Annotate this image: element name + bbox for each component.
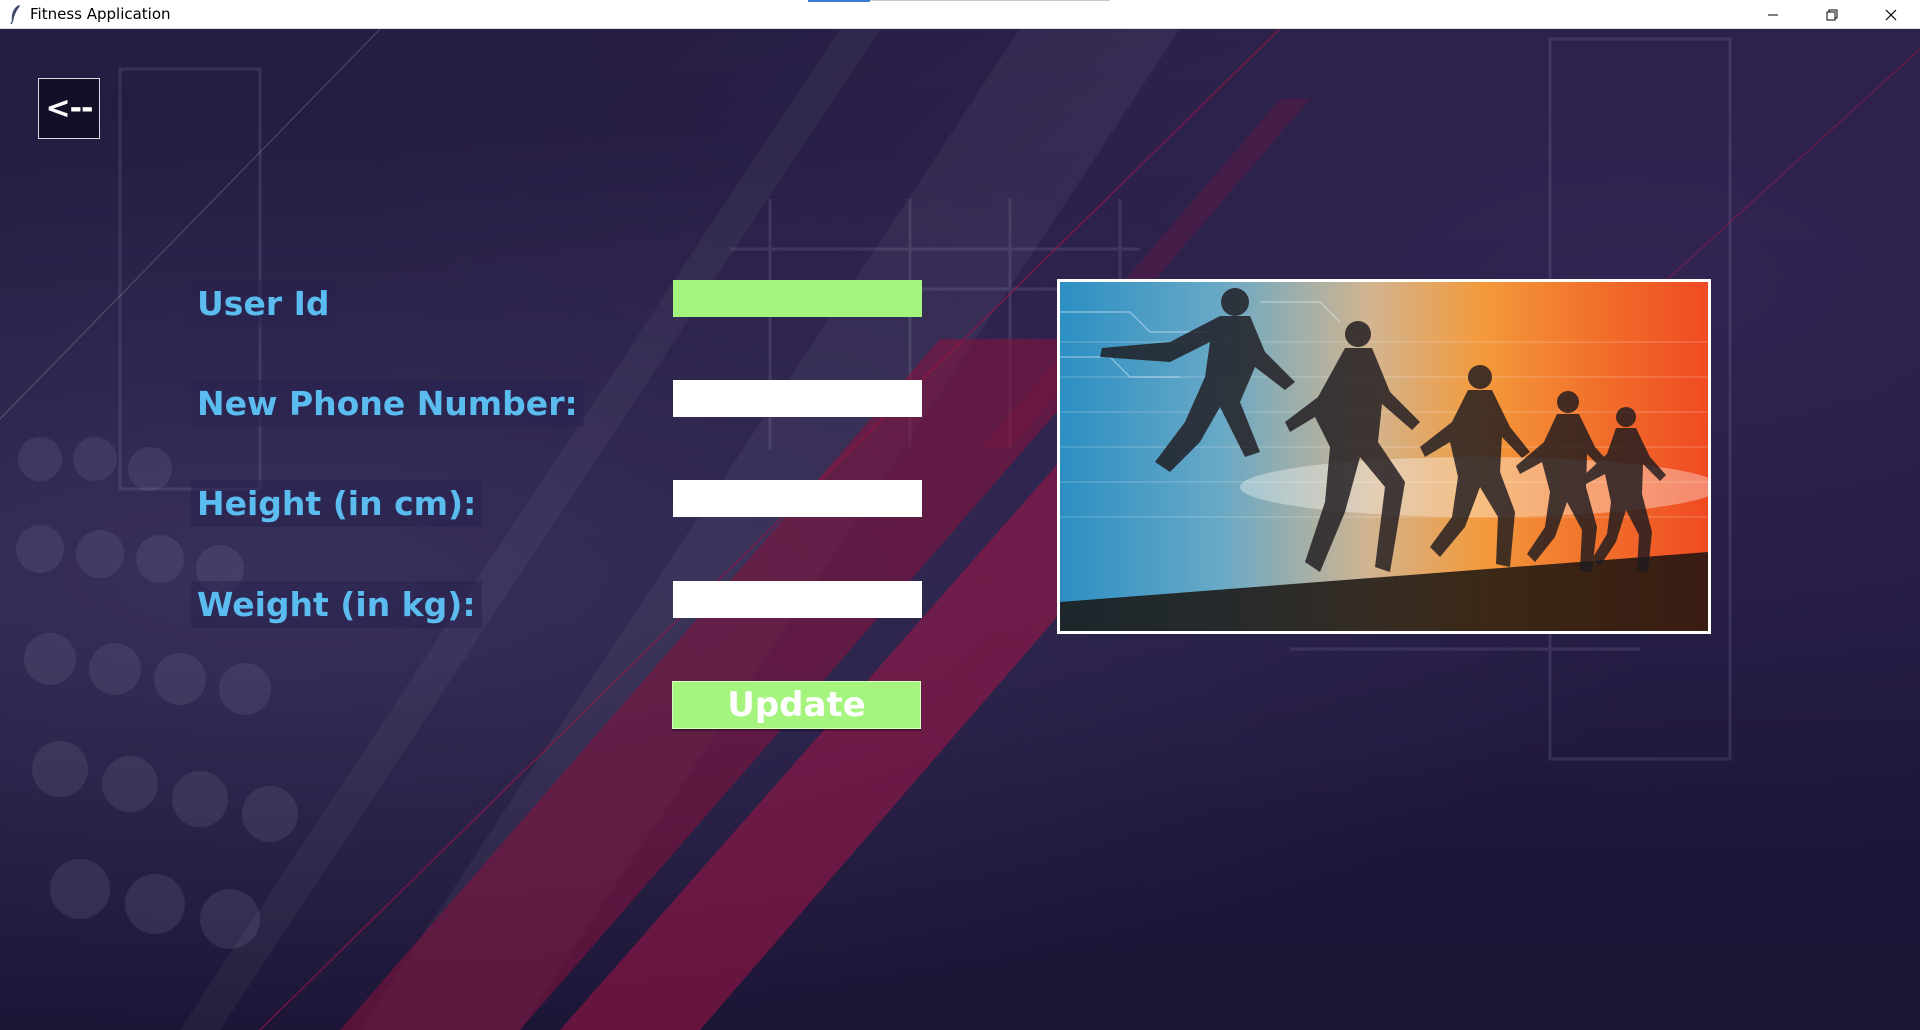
weight-input[interactable] <box>673 581 922 618</box>
user-id-label: User Id <box>191 280 336 327</box>
height-label: Height (in cm): <box>191 480 483 527</box>
phone-input[interactable] <box>673 380 922 417</box>
back-button[interactable]: <-- <box>38 78 100 139</box>
runners-silhouette-image <box>1057 279 1711 634</box>
height-input[interactable] <box>673 480 922 517</box>
minimize-button[interactable] <box>1743 0 1802 29</box>
window-controls <box>1743 0 1920 29</box>
restore-button[interactable] <box>1802 0 1861 29</box>
close-button[interactable] <box>1861 0 1920 29</box>
weight-label: Weight (in kg): <box>191 581 482 628</box>
feather-icon <box>6 4 24 24</box>
title-divider <box>870 0 1110 1</box>
window-title: Fitness Application <box>30 5 171 23</box>
restore-icon <box>1826 9 1837 20</box>
user-id-input[interactable] <box>673 280 922 317</box>
minimize-icon <box>1767 14 1778 15</box>
close-icon <box>1885 9 1896 20</box>
title-accent <box>808 0 870 2</box>
window-titlebar: Fitness Application <box>0 0 1920 29</box>
update-button[interactable]: Update <box>672 681 921 729</box>
phone-label: New Phone Number: <box>191 380 584 427</box>
